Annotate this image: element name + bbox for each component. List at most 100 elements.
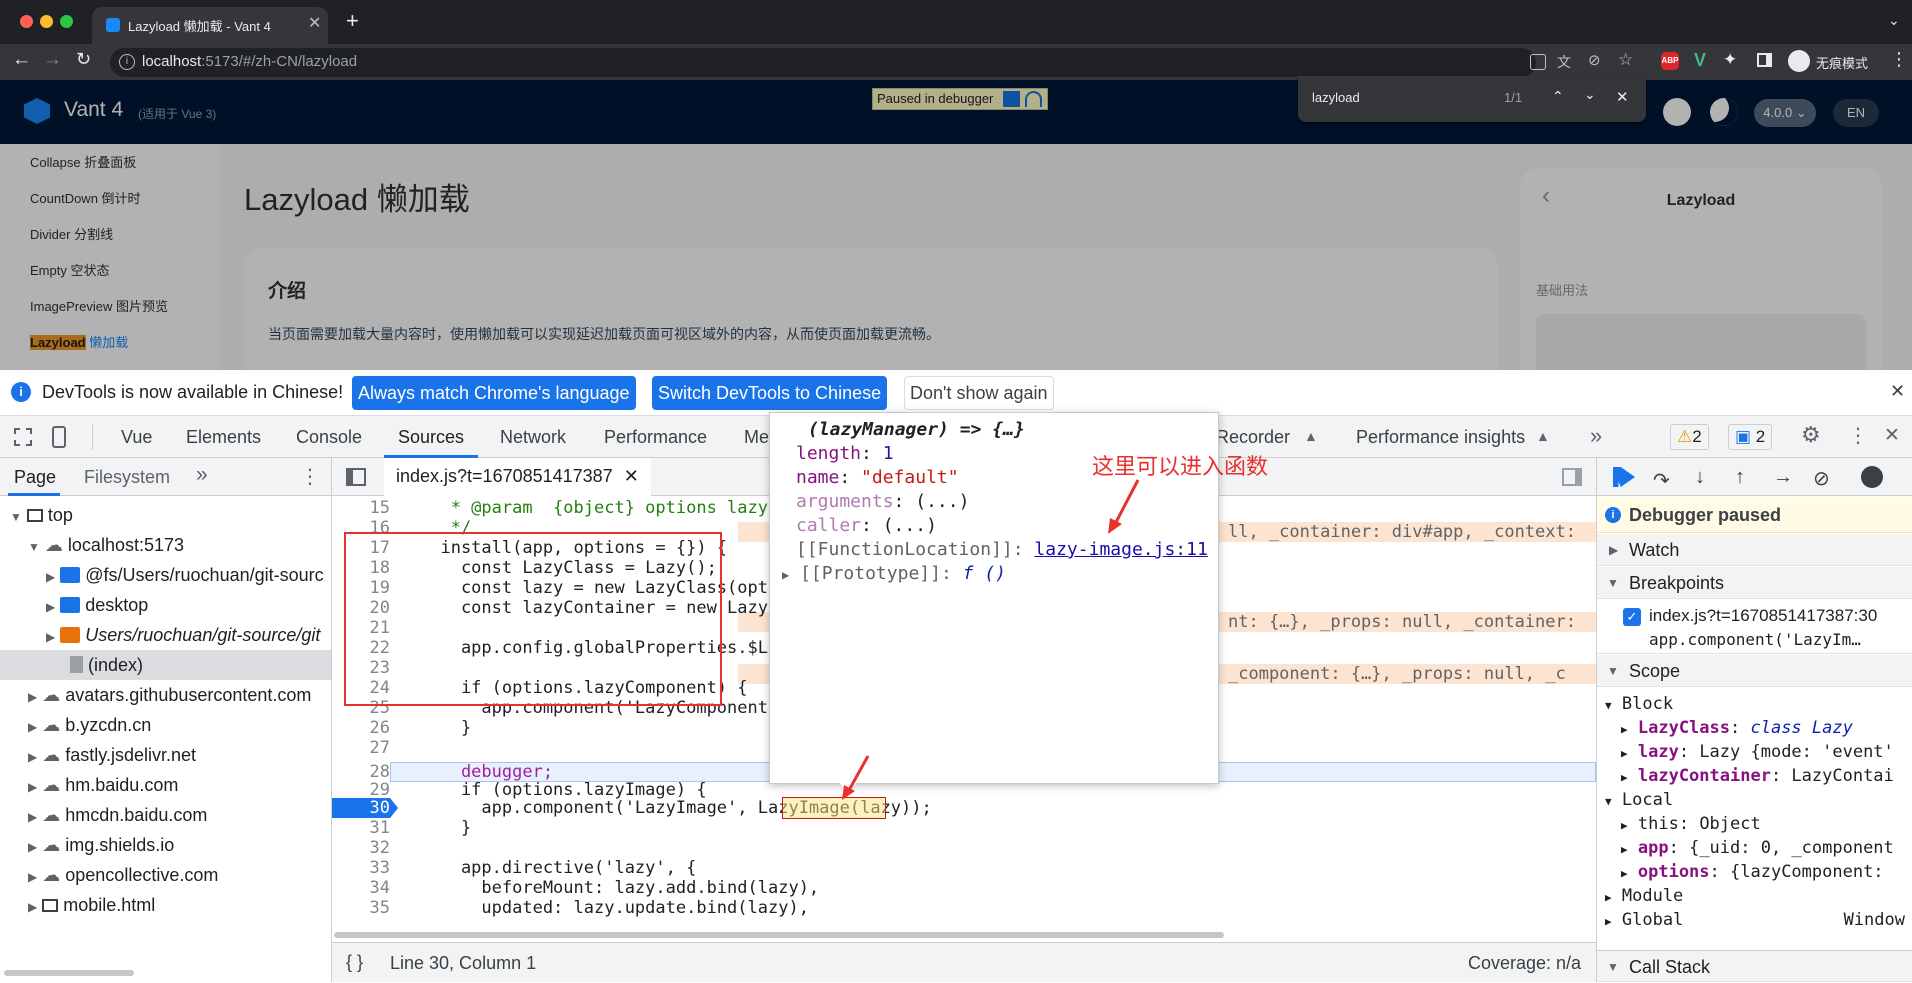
toggle-navigator-icon[interactable] xyxy=(346,468,366,486)
watch-section[interactable]: ▶ Watch xyxy=(1597,534,1912,566)
inspect-element-icon[interactable] xyxy=(14,428,32,446)
find-input[interactable]: lazyload xyxy=(1312,90,1360,105)
tree-item-folder[interactable]: ▶ desktop xyxy=(0,590,148,620)
translate-icon[interactable]: 文 xyxy=(1557,52,1571,72)
line-number[interactable]: 27 xyxy=(332,738,390,758)
scope-global[interactable]: ▶ Global Window xyxy=(1605,910,1905,930)
line-number[interactable]: 33 xyxy=(332,858,390,878)
navigator-menu-icon[interactable]: ⋮ xyxy=(300,464,320,489)
settings-gear-icon[interactable]: ⚙ xyxy=(1801,422,1821,448)
scope-var[interactable]: ▶ lazyContainer: LazyContai xyxy=(1621,766,1894,786)
tree-item-domain[interactable]: ▶ ☁ opencollective.com xyxy=(0,860,218,890)
dont-show-button[interactable]: Don't show again xyxy=(904,376,1054,410)
line-number[interactable]: 32 xyxy=(332,838,390,858)
line-number[interactable]: 15 xyxy=(332,498,390,518)
line-number[interactable]: 28 xyxy=(332,762,390,782)
tab-sources[interactable]: Sources xyxy=(398,427,464,448)
tree-item-localhost[interactable]: ▼ ☁ localhost:5173 xyxy=(0,530,184,560)
navigator-tab-filesystem[interactable]: Filesystem xyxy=(84,467,170,488)
line-number[interactable]: 30 xyxy=(332,798,390,818)
browser-menu-icon[interactable]: ⋮ xyxy=(1890,49,1908,70)
prop-caller[interactable]: caller: (...) xyxy=(796,515,937,536)
scope-var[interactable]: ▶ this: Object xyxy=(1621,814,1761,834)
step-icon[interactable]: → xyxy=(1773,466,1793,489)
scope-block[interactable]: ▼ Block xyxy=(1605,694,1673,714)
incognito-label[interactable]: 无痕模式 xyxy=(1816,53,1868,72)
tree-item-folder[interactable]: ▶ @fs/Users/ruochuan/git-sourc xyxy=(0,560,324,590)
eye-off-icon[interactable]: ⊘ xyxy=(1588,51,1601,69)
warnings-badge[interactable]: ⚠2 xyxy=(1670,424,1709,450)
prop-arguments[interactable]: arguments: (...) xyxy=(796,491,969,512)
scope-var[interactable]: ▶ lazy: Lazy {mode: 'event' xyxy=(1621,742,1894,762)
line-number[interactable]: 26 xyxy=(332,718,390,738)
bookmark-star-icon[interactable]: ☆ xyxy=(1618,50,1633,70)
switch-chinese-button[interactable]: Switch DevTools to Chinese xyxy=(652,376,888,410)
lens-icon[interactable] xyxy=(1530,54,1546,70)
scope-var[interactable]: ▶ app: {_uid: 0, _component xyxy=(1621,838,1894,858)
side-panel-icon[interactable] xyxy=(1757,53,1772,67)
tab-search-icon[interactable]: ⌄ xyxy=(1888,12,1900,29)
toggle-debugger-pane-icon[interactable] xyxy=(1562,468,1582,486)
tree-item-domain[interactable]: ▶ ☁ hmcdn.baidu.com xyxy=(0,800,207,830)
tab-network[interactable]: Network xyxy=(500,427,566,448)
find-next-icon[interactable]: ⌄ xyxy=(1584,86,1596,103)
scope-section[interactable]: ▼ Scope xyxy=(1597,655,1912,687)
tree-item-domain[interactable]: ▶ ☁ fastly.jsdelivr.net xyxy=(0,740,196,770)
tab-performance[interactable]: Performance xyxy=(604,427,707,448)
tree-item-domain[interactable]: ▶ ☁ hm.baidu.com xyxy=(0,770,178,800)
line-number[interactable]: 34 xyxy=(332,878,390,898)
infobar-close-icon[interactable]: ✕ xyxy=(1890,381,1905,402)
tab-recorder[interactable]: Recorder xyxy=(1216,427,1290,448)
tab-console[interactable]: Console xyxy=(296,427,362,448)
close-window-button[interactable] xyxy=(20,15,33,28)
tree-item-index[interactable]: (index) xyxy=(0,650,331,680)
adblock-icon[interactable]: ABP xyxy=(1661,52,1679,70)
find-prev-icon[interactable]: ⌃ xyxy=(1552,88,1564,105)
reload-icon[interactable]: ↻ xyxy=(76,49,91,70)
navigator-tab-page[interactable]: Page xyxy=(14,467,56,488)
pretty-print-icon[interactable]: { } xyxy=(346,952,363,973)
customize-menu-icon[interactable]: ⋮ xyxy=(1848,423,1868,448)
tab-memory[interactable]: Me xyxy=(744,427,769,448)
minimize-window-button[interactable] xyxy=(40,15,53,28)
more-navigator-tabs-icon[interactable]: » xyxy=(196,463,208,487)
navigator-scrollbar[interactable] xyxy=(4,970,134,976)
editor-file-tab[interactable]: index.js?t=1670851417387 ✕ xyxy=(384,458,651,496)
resume-icon[interactable] xyxy=(1613,467,1635,487)
more-tabs-icon[interactable]: » xyxy=(1590,423,1602,449)
tab-vue[interactable]: Vue xyxy=(121,427,152,448)
new-tab-icon[interactable]: + xyxy=(346,8,359,34)
tab-elements[interactable]: Elements xyxy=(186,427,261,448)
tree-item-folder[interactable]: ▶ Users/ruochuan/git-source/git xyxy=(0,620,320,650)
browser-tab[interactable]: Lazyload 懒加载 - Vant 4 ✕ xyxy=(92,7,328,44)
device-toolbar-icon[interactable] xyxy=(52,426,66,448)
scope-module[interactable]: ▶ Module xyxy=(1605,886,1683,906)
call-stack-section[interactable]: ▼ Call Stack xyxy=(1597,950,1912,982)
tree-item-domain[interactable]: ▶ ☁ b.yzcdn.cn xyxy=(0,710,151,740)
site-info-icon[interactable]: i xyxy=(119,54,135,70)
step-into-icon[interactable]: ↓ xyxy=(1695,466,1705,489)
incognito-avatar-icon[interactable] xyxy=(1788,50,1810,72)
url-bar[interactable]: i localhost:5173/#/zh-CN/lazyload 文 ⊘ ☆ xyxy=(110,48,1633,77)
editor-hscrollbar[interactable] xyxy=(334,932,1224,938)
extensions-icon[interactable]: ✦ xyxy=(1723,50,1737,70)
scope-var[interactable]: ▶ LazyClass: class Lazy xyxy=(1621,718,1853,738)
line-number[interactable]: 35 xyxy=(332,898,390,918)
match-language-button[interactable]: Always match Chrome's language xyxy=(352,376,636,410)
scope-var[interactable]: ▶ options: {lazyComponent: xyxy=(1621,862,1884,882)
forward-icon[interactable]: → xyxy=(43,49,62,71)
breakpoint-item[interactable]: ✓ index.js?t=1670851417387:30 app.compon… xyxy=(1597,600,1912,654)
back-icon[interactable]: ← xyxy=(12,49,31,71)
breakpoints-section[interactable]: ▼ Breakpoints xyxy=(1597,567,1912,599)
tree-item-top[interactable]: ▼ top xyxy=(0,500,73,530)
scope-local[interactable]: ▼ Local xyxy=(1605,790,1673,810)
tree-item-domain[interactable]: ▶ ☁ img.shields.io xyxy=(0,830,174,860)
deactivate-breakpoints-icon[interactable]: ⊘ xyxy=(1813,466,1830,491)
close-devtools-icon[interactable]: ✕ xyxy=(1884,424,1900,447)
tree-item-frame[interactable]: ▶ mobile.html xyxy=(0,890,155,920)
function-location-link[interactable]: lazy-image.js:11 xyxy=(1034,539,1207,560)
messages-badge[interactable]: ▣ 2 xyxy=(1728,424,1773,450)
step-out-icon[interactable]: ↑ xyxy=(1735,466,1745,489)
vue-devtools-icon[interactable]: V xyxy=(1694,50,1706,71)
breakpoint-checkbox[interactable]: ✓ xyxy=(1623,608,1641,626)
